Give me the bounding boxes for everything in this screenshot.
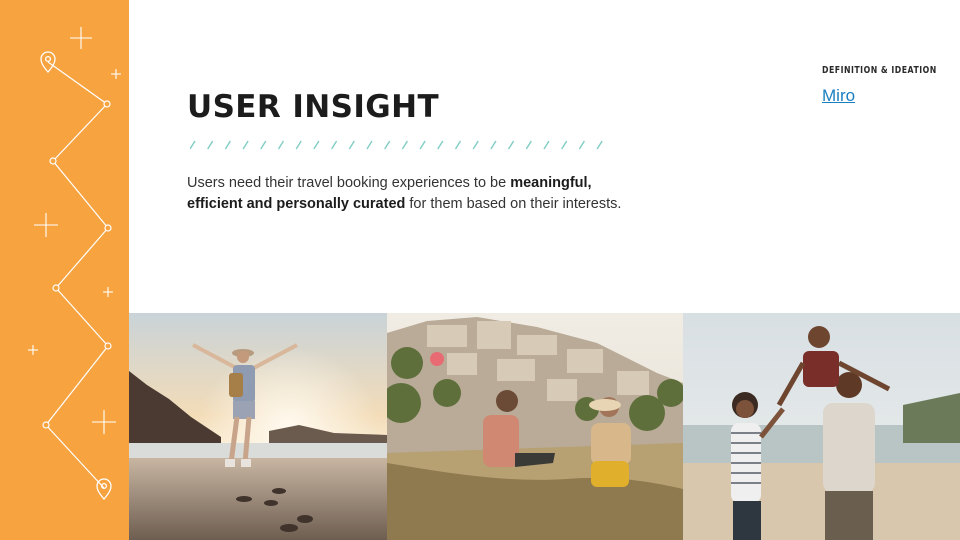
dash-mark bbox=[543, 140, 550, 150]
dash-mark bbox=[260, 140, 267, 150]
insight-text-part: for them based on their interests. bbox=[405, 196, 622, 212]
dash-mark bbox=[401, 140, 408, 150]
dash-mark bbox=[366, 140, 373, 150]
insight-emphasis: meaningful, bbox=[510, 175, 592, 191]
route-point bbox=[103, 100, 111, 108]
sparkle-icon bbox=[103, 287, 113, 297]
photo-hillside-couple bbox=[387, 313, 683, 540]
page-title: USER INSIGHT bbox=[187, 89, 440, 125]
sparkle-icon bbox=[111, 69, 121, 79]
route-point bbox=[52, 284, 60, 292]
sparkle-icon bbox=[34, 213, 58, 237]
photo-beach-traveler bbox=[129, 313, 387, 540]
dash-mark bbox=[561, 140, 568, 150]
dash-mark bbox=[190, 140, 196, 150]
dash-mark bbox=[207, 140, 214, 150]
dash-mark bbox=[384, 140, 391, 150]
insight-text-part: Users need their travel booking experien… bbox=[187, 175, 511, 191]
insight-emphasis: efficient and personally curated bbox=[187, 196, 406, 212]
miro-link[interactable]: Miro bbox=[822, 86, 855, 106]
dash-mark bbox=[578, 140, 585, 150]
dash-mark bbox=[472, 140, 479, 150]
route-point bbox=[104, 342, 112, 350]
route-point bbox=[104, 224, 112, 232]
insight-text: Users need their travel booking experien… bbox=[187, 173, 707, 215]
sparkle-icon bbox=[70, 27, 92, 49]
location-pin-icon bbox=[40, 51, 56, 73]
dash-divider bbox=[190, 140, 603, 150]
route-map-graphic bbox=[28, 27, 121, 500]
dash-mark bbox=[508, 140, 515, 150]
dash-mark bbox=[331, 140, 338, 150]
dash-mark bbox=[437, 140, 444, 150]
section-tag: DEFINITION & IDEATION bbox=[822, 65, 937, 76]
dash-mark bbox=[277, 140, 285, 150]
dash-mark bbox=[419, 140, 426, 150]
dash-mark bbox=[313, 140, 320, 150]
photo-beach-family bbox=[683, 313, 960, 540]
dash-mark bbox=[490, 140, 497, 150]
dash-mark bbox=[224, 140, 231, 150]
route-line bbox=[45, 61, 109, 489]
dash-mark bbox=[525, 140, 532, 150]
dash-mark bbox=[596, 140, 603, 150]
dash-mark bbox=[454, 140, 462, 150]
sparkle-icon bbox=[92, 410, 116, 434]
sparkle-icon bbox=[28, 345, 38, 355]
dash-mark bbox=[295, 140, 302, 150]
route-point bbox=[49, 157, 57, 165]
route-point bbox=[42, 421, 50, 429]
dash-mark bbox=[242, 140, 249, 150]
decorative-sidebar bbox=[0, 0, 129, 540]
dash-mark bbox=[348, 140, 355, 150]
